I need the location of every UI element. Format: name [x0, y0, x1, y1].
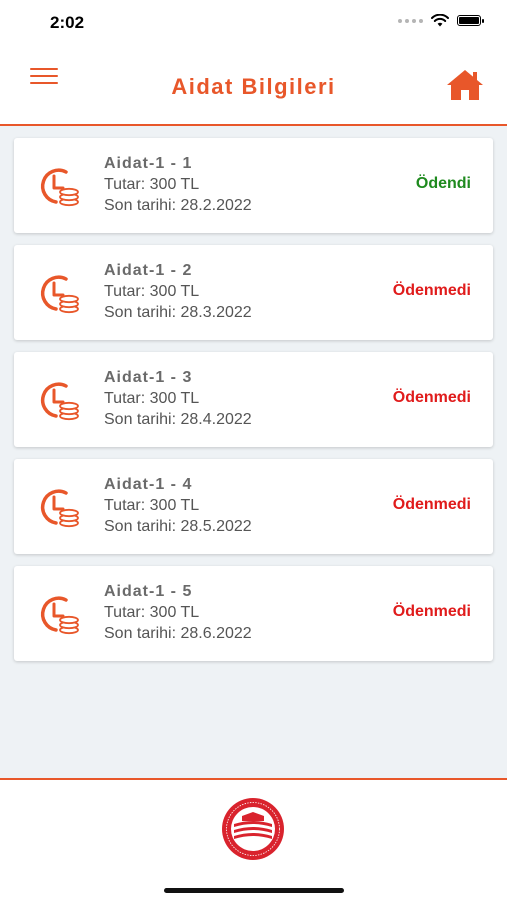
dues-card[interactable]: Aidat-1 - 5 Tutar: 300 TL Son tarihi: 28… — [14, 566, 493, 661]
dues-amount: Tutar: 300 TL — [104, 176, 200, 193]
dues-title: Aidat-1 - 3 — [104, 369, 193, 386]
payment-status: Ödenmedi — [392, 282, 471, 299]
card-details: Aidat-1 - 4 Tutar: 300 TL Son tarihi: 28… — [104, 476, 252, 539]
clock-coins-icon — [40, 275, 79, 314]
dues-title: Aidat-1 - 1 — [104, 155, 193, 172]
association-logo — [222, 798, 284, 860]
clock-coins-icon — [40, 382, 79, 421]
page-title: Aidat Bilgileri — [171, 74, 336, 99]
dues-card[interactable]: Aidat-1 - 3 Tutar: 300 TL Son tarihi: 28… — [14, 352, 493, 447]
card-details: Aidat-1 - 2 Tutar: 300 TL Son tarihi: 28… — [104, 262, 252, 325]
dues-due-date: Son tarihi: 28.6.2022 — [104, 625, 252, 642]
home-icon[interactable] — [445, 68, 485, 102]
dues-amount: Tutar: 300 TL — [104, 390, 200, 407]
dues-title: Aidat-1 - 5 — [104, 583, 193, 600]
card-details: Aidat-1 - 1 Tutar: 300 TL Son tarihi: 28… — [104, 155, 252, 218]
dues-card[interactable]: Aidat-1 - 2 Tutar: 300 TL Son tarihi: 28… — [14, 245, 493, 340]
card-details: Aidat-1 - 5 Tutar: 300 TL Son tarihi: 28… — [104, 583, 252, 646]
payment-status: Ödenmedi — [392, 496, 471, 513]
dues-due-date: Son tarihi: 28.3.2022 — [104, 304, 252, 321]
dues-title: Aidat-1 - 4 — [104, 476, 193, 493]
app-header: Aidat Bilgileri — [0, 48, 507, 126]
payment-status: Ödenmedi — [392, 603, 471, 620]
dues-card[interactable]: Aidat-1 - 1 Tutar: 300 TL Son tarihi: 28… — [14, 138, 493, 233]
dues-due-date: Son tarihi: 28.4.2022 — [104, 411, 252, 428]
payment-status: Ödenmedi — [392, 389, 471, 406]
content-area: Aidat-1 - 1 Tutar: 300 TL Son tarihi: 28… — [0, 126, 507, 778]
card-details: Aidat-1 - 3 Tutar: 300 TL Son tarihi: 28… — [104, 369, 252, 432]
signal-icon — [398, 18, 423, 23]
dues-due-date: Son tarihi: 28.2.2022 — [104, 197, 252, 214]
hamburger-menu-icon — [30, 68, 58, 70]
status-bar: 2:02 — [0, 0, 507, 48]
clock-coins-icon — [40, 596, 79, 635]
dues-title: Aidat-1 - 2 — [104, 262, 193, 279]
dues-amount: Tutar: 300 TL — [104, 604, 200, 621]
status-icons — [398, 14, 484, 27]
clock-coins-icon — [40, 168, 79, 207]
status-time: 2:02 — [50, 13, 85, 32]
dues-card[interactable]: Aidat-1 - 4 Tutar: 300 TL Son tarihi: 28… — [14, 459, 493, 554]
battery-icon — [457, 15, 484, 26]
dues-due-date: Son tarihi: 28.5.2022 — [104, 518, 252, 535]
footer — [0, 778, 507, 902]
dues-list: Aidat-1 - 1 Tutar: 300 TL Son tarihi: 28… — [14, 138, 493, 673]
clock-coins-icon — [40, 489, 79, 528]
home-indicator[interactable] — [164, 888, 344, 893]
wifi-icon — [431, 14, 449, 27]
dues-amount: Tutar: 300 TL — [104, 283, 200, 300]
dues-amount: Tutar: 300 TL — [104, 497, 200, 514]
payment-status: Ödendi — [415, 175, 471, 192]
